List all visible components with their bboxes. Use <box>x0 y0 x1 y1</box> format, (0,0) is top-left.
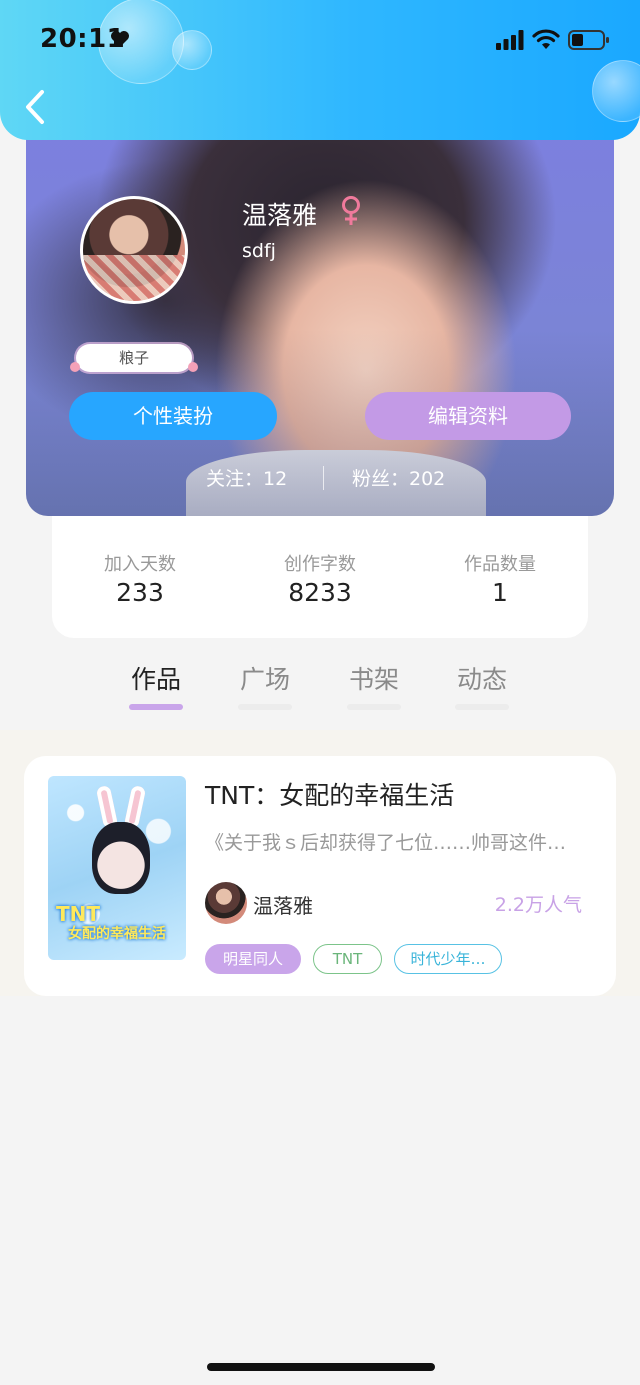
stats-card: 加入天数 233 创作字数 8233 作品数量 1 <box>52 500 588 638</box>
tab-bookshelf[interactable]: 书架 <box>344 660 404 710</box>
tab-activity[interactable]: 动态 <box>452 660 512 710</box>
profile-banner: 温落雅 sdfj 粮子 个性装扮 编辑资料 关注：12 粉丝：202 <box>26 100 614 516</box>
tag-chip[interactable]: 明星同人 <box>205 944 301 974</box>
avatar[interactable] <box>80 196 188 304</box>
heart-icon <box>111 31 129 47</box>
author-avatar[interactable] <box>205 882 247 924</box>
female-icon <box>342 196 360 225</box>
wifi-icon <box>532 29 560 49</box>
tag-chip[interactable]: TNT <box>313 944 382 974</box>
decorative-bubble <box>172 30 212 70</box>
stat-label: 加入天数 <box>104 554 176 575</box>
decorative-bubble <box>592 60 640 122</box>
cover-title: TNT 女配的幸福生活 <box>56 902 166 942</box>
user-tag-badge: 粮子 <box>70 344 198 372</box>
stat-label: 作品数量 <box>464 554 536 575</box>
stat-label: 创作字数 <box>284 554 356 575</box>
tab-underline <box>347 704 401 710</box>
battery-icon <box>568 30 609 50</box>
follow-stats: 关注：12 粉丝：202 <box>26 464 614 494</box>
signal-icon <box>496 30 524 50</box>
user-name: 温落雅 <box>242 201 318 230</box>
home-indicator[interactable] <box>207 1363 435 1371</box>
tab-underline <box>238 704 292 710</box>
header-bar: 20:11 <box>0 0 640 140</box>
divider <box>323 466 324 490</box>
tab-underline <box>455 704 509 710</box>
following-count[interactable]: 关注：12 <box>206 464 287 491</box>
stat-value: 233 <box>116 578 164 607</box>
tab-works[interactable]: 作品 <box>126 660 186 710</box>
dress-up-button[interactable]: 个性装扮 <box>69 392 277 440</box>
tab-bar: 作品 广场 书架 动态 <box>0 650 640 730</box>
work-title[interactable]: TNT：女配的幸福生活 <box>205 776 454 812</box>
stat-word-count: 创作字数 8233 <box>230 550 410 607</box>
author-name[interactable]: 温落雅 <box>253 890 313 919</box>
tab-label: 书架 <box>348 665 399 694</box>
stat-value: 1 <box>492 578 508 607</box>
edit-profile-button[interactable]: 编辑资料 <box>365 392 571 440</box>
stat-works-count: 作品数量 1 <box>410 550 590 607</box>
tab-underline <box>129 704 183 710</box>
tag-chip[interactable]: 时代少年… <box>394 944 502 974</box>
popularity-count: 2.2万人气 <box>494 894 582 916</box>
stat-value: 8233 <box>288 578 352 607</box>
work-summary: 《关于我ｓ后却获得了七位……帅哥这件… <box>205 832 567 854</box>
tab-label: 作品 <box>130 665 181 694</box>
work-card[interactable]: TNT 女配的幸福生活 TNT：女配的幸福生活 《关于我ｓ后却获得了七位……帅哥… <box>24 756 616 996</box>
tab-square[interactable]: 广场 <box>235 660 295 710</box>
user-id: sdfj <box>242 240 276 262</box>
stat-join-days: 加入天数 233 <box>50 550 230 607</box>
tab-label: 动态 <box>456 665 507 694</box>
back-icon[interactable] <box>22 88 48 126</box>
fans-count[interactable]: 粉丝：202 <box>352 464 445 491</box>
tab-label: 广场 <box>239 665 290 694</box>
book-cover[interactable]: TNT 女配的幸福生活 <box>48 776 186 960</box>
